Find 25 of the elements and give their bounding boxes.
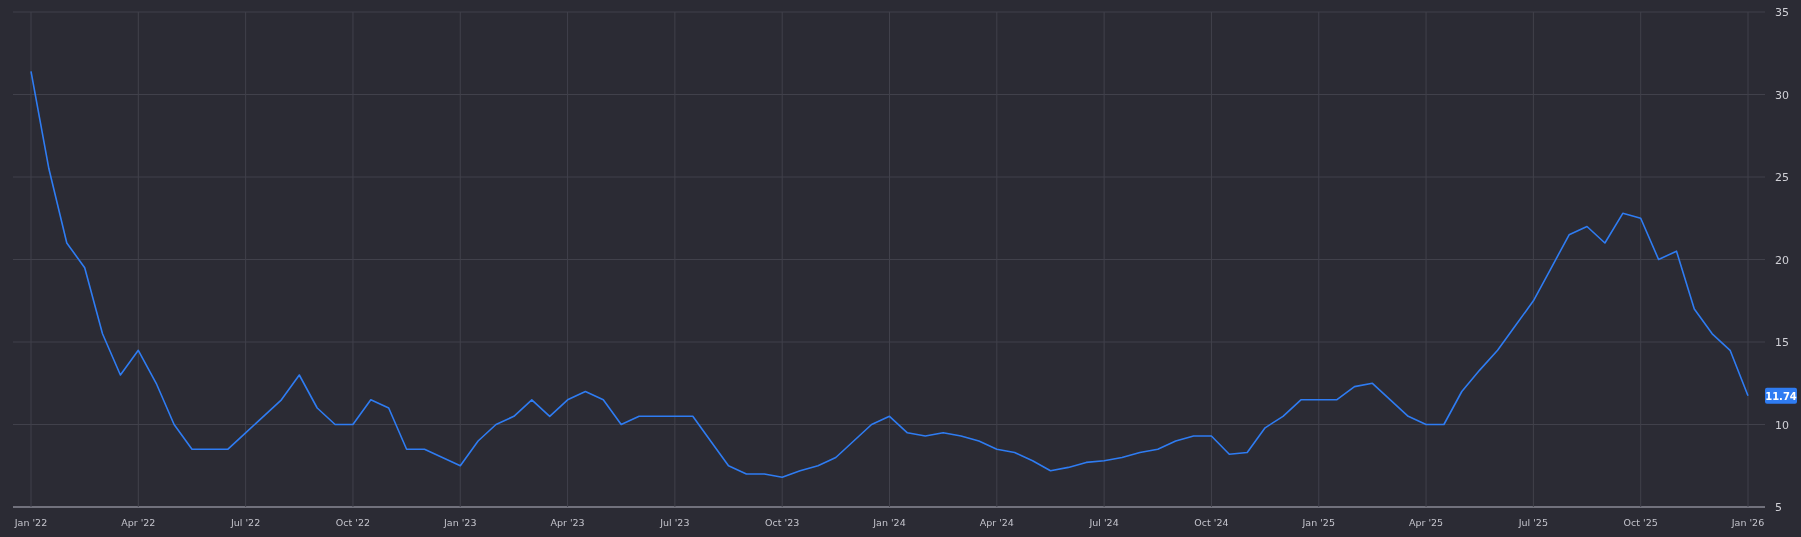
x-axis-label: Jan '22 (14, 517, 48, 528)
y-axis-label: 35 (1775, 6, 1789, 19)
y-axis-label: 15 (1775, 336, 1789, 349)
x-axis-label: Jan '25 (1302, 517, 1335, 528)
y-axis-label: 25 (1775, 171, 1789, 184)
x-axis-label: Apr '23 (550, 517, 585, 528)
x-axis-label: Oct '23 (765, 517, 800, 528)
x-axis-label: Jul '23 (660, 517, 690, 528)
x-axis-label: Apr '24 (979, 517, 1014, 528)
y-axis-label: 30 (1775, 88, 1789, 102)
last-value-badge: 11.74 (1765, 387, 1797, 404)
x-axis-label: Apr '22 (121, 517, 156, 528)
x-axis-label: Jan '26 (1731, 517, 1765, 528)
y-axis-label: 10 (1775, 418, 1789, 432)
x-axis-label: Jul '24 (1089, 517, 1119, 528)
y-axis-label: 20 (1775, 253, 1789, 267)
x-axis-label: Jan '23 (444, 517, 477, 528)
x-axis-label: Oct '22 (335, 517, 370, 528)
x-axis-label: Oct '25 (1623, 517, 1658, 528)
x-axis-label: Jul '25 (1518, 517, 1548, 528)
x-axis-label: Jul '22 (231, 517, 261, 528)
x-axis-label: Jan '24 (873, 517, 906, 528)
y-axis-label: 5 (1775, 501, 1782, 514)
x-axis-label: Apr '25 (1409, 517, 1444, 528)
x-axis-label: Oct '24 (1194, 517, 1229, 528)
